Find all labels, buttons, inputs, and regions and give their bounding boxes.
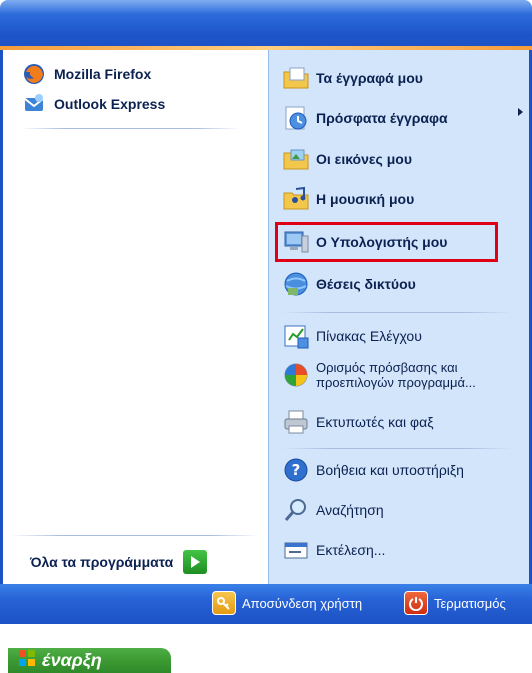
start-button-label: έναρξη — [42, 650, 102, 670]
header-shine — [0, 0, 532, 14]
menu-item-my-music[interactable]: Η μουσική μου — [282, 185, 414, 213]
submenu-arrow-icon — [518, 108, 523, 116]
menu-item-network-places[interactable]: Θέσεις δικτύου — [282, 270, 416, 298]
my-computer-highlight — [275, 222, 498, 262]
right-pane-separator-2 — [282, 448, 512, 449]
svg-text:?: ? — [292, 461, 301, 479]
start-menu-header — [0, 0, 532, 50]
right-pane-separator-1 — [282, 312, 512, 313]
search-icon — [282, 496, 310, 524]
all-programs-separator — [10, 535, 260, 536]
my-documents-label: Τα έγγραφά μου — [316, 70, 423, 86]
firefox-label: Mozilla Firefox — [54, 66, 152, 82]
program-access-label-line2: προεπιλογών προγραμμά... — [316, 375, 476, 390]
pinned-item-firefox[interactable]: Mozilla Firefox — [20, 60, 151, 88]
program-access-icon — [282, 361, 310, 389]
menu-item-recent-documents[interactable]: Πρόσφατα έγγραφα — [282, 104, 448, 132]
recent-documents-label: Πρόσφατα έγγραφα — [316, 110, 448, 126]
printers-icon — [282, 408, 310, 436]
run-icon — [282, 536, 310, 564]
start-menu-footer: Αποσύνδεση χρήστη Τερματισμός — [0, 584, 532, 624]
control-panel-label: Πίνακας Ελέγχου — [316, 328, 422, 344]
shutdown-label: Τερματισμός — [434, 595, 506, 611]
network-places-label: Θέσεις δικτύου — [316, 276, 416, 292]
all-programs-button[interactable]: Όλα τα προγράμματα — [30, 550, 208, 574]
network-places-icon — [282, 270, 310, 298]
program-access-label: Ορισμός πρόσβασης και προεπιλογών προγρα… — [316, 360, 476, 390]
outlook-express-label: Outlook Express — [54, 96, 166, 112]
menu-item-program-access[interactable]: Ορισμός πρόσβασης και προεπιλογών προγρα… — [282, 360, 476, 390]
windows-logo-icon — [18, 649, 36, 672]
menu-item-run[interactable]: Εκτέλεση... — [282, 536, 385, 564]
outlook-express-icon — [20, 90, 48, 118]
printers-label: Εκτυπωτές και φαξ — [316, 414, 434, 430]
menu-item-control-panel[interactable]: Πίνακας Ελέγχου — [282, 322, 422, 350]
power-icon — [404, 591, 428, 615]
help-label: Βοήθεια και υποστήριξη — [316, 462, 464, 478]
my-music-icon — [282, 185, 310, 213]
shutdown-button[interactable]: Τερματισμός — [404, 591, 506, 615]
my-music-label: Η μουσική μου — [316, 191, 415, 207]
menu-item-my-documents[interactable]: Τα έγγραφά μου — [282, 64, 423, 92]
my-pictures-label: Οι εικόνες μου — [316, 151, 412, 167]
start-button[interactable]: έναρξη — [8, 648, 171, 673]
program-access-label-line1: Ορισμός πρόσβασης και — [316, 360, 458, 375]
my-documents-icon — [282, 64, 310, 92]
logoff-label: Αποσύνδεση χρήστη — [242, 595, 363, 611]
all-programs-label: Όλα τα προγράμματα — [30, 554, 174, 570]
logoff-button[interactable]: Αποσύνδεση χρήστη — [212, 591, 362, 615]
firefox-icon — [20, 60, 48, 88]
run-label: Εκτέλεση... — [316, 542, 386, 558]
search-label: Αναζήτηση — [316, 502, 384, 518]
pinned-programs-pane — [0, 50, 268, 584]
menu-item-search[interactable]: Αναζήτηση — [282, 496, 384, 524]
key-icon — [212, 591, 236, 615]
menu-item-help[interactable]: ? Βοήθεια και υποστήριξη — [282, 456, 464, 484]
arrow-right-icon — [183, 550, 208, 574]
pinned-item-outlook-express[interactable]: Outlook Express — [20, 90, 165, 118]
recent-documents-icon — [282, 104, 310, 132]
menu-item-my-pictures[interactable]: Οι εικόνες μου — [282, 145, 412, 173]
my-pictures-icon — [282, 145, 310, 173]
menu-item-printers[interactable]: Εκτυπωτές και φαξ — [282, 408, 434, 436]
control-panel-icon — [282, 322, 310, 350]
left-pane-separator — [20, 128, 240, 129]
help-icon: ? — [282, 456, 310, 484]
